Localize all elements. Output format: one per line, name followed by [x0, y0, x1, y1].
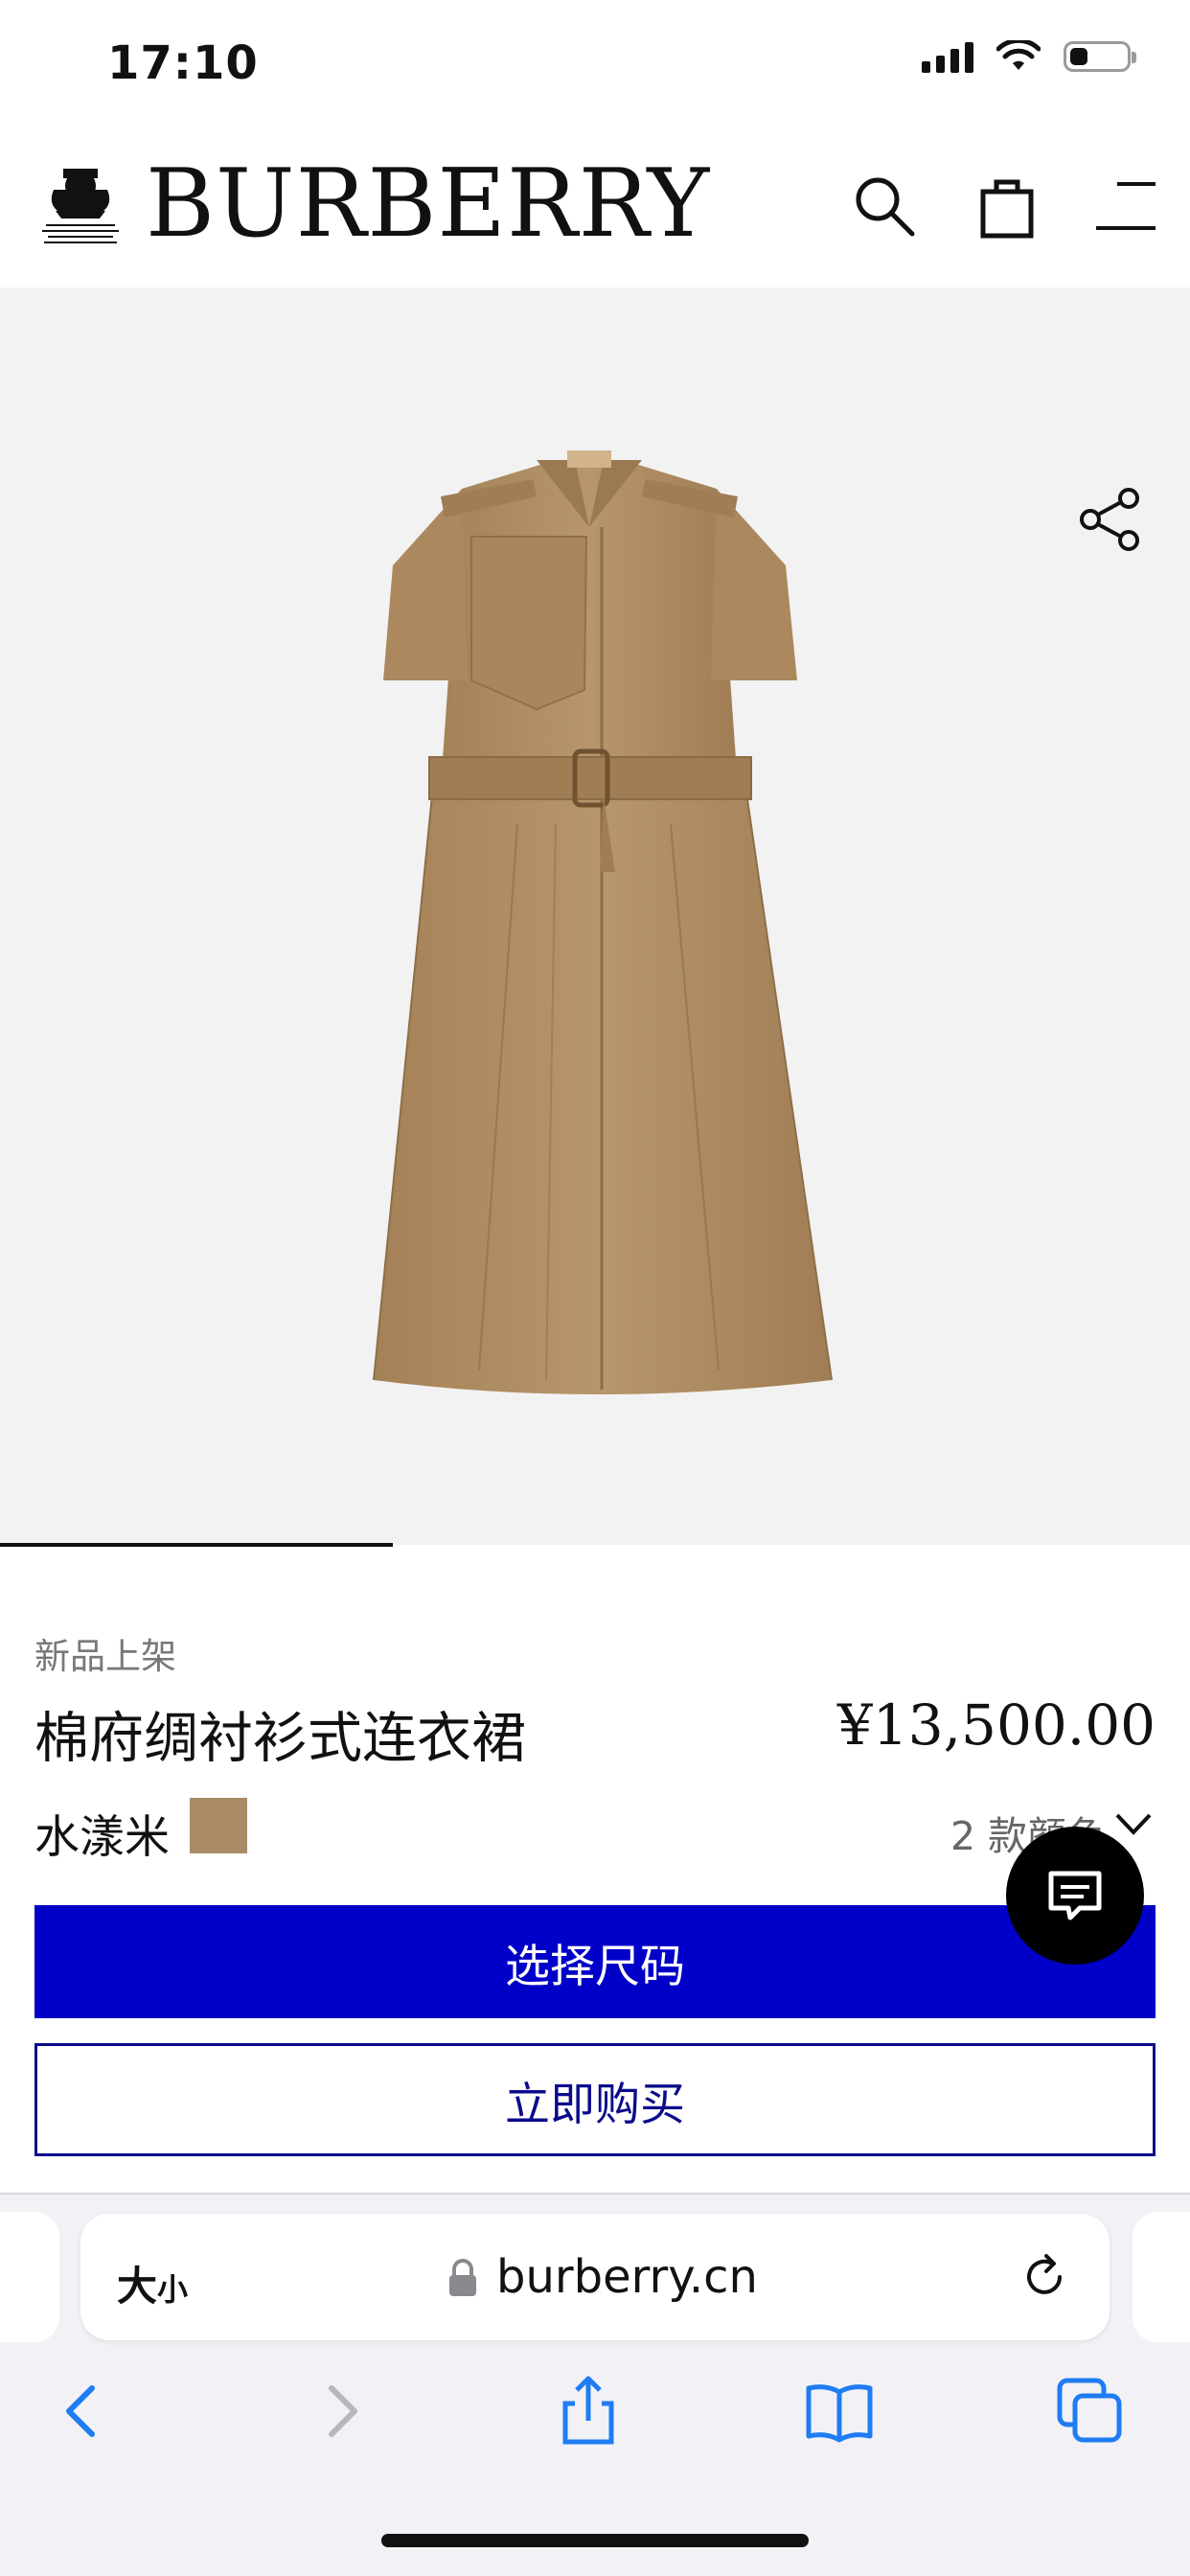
home-indicator: [381, 2534, 809, 2547]
cellular-signal-icon: [922, 40, 973, 73]
buy-now-button[interactable]: 立即购买: [34, 2043, 1156, 2156]
brand-wordmark[interactable]: BURBERRY: [146, 157, 710, 251]
tabs-icon[interactable]: [1052, 2373, 1129, 2450]
toolbar-divider: [0, 2193, 1190, 2195]
address-bar[interactable]: 大小 burberry.cn: [80, 2214, 1110, 2340]
browser-nav-row: [0, 2367, 1190, 2463]
new-arrival-badge: 新品上架: [34, 1636, 176, 1677]
next-tab-preview[interactable]: [1133, 2212, 1190, 2342]
share-sheet-icon[interactable]: [550, 2373, 627, 2450]
menu-icon[interactable]: [1092, 172, 1159, 240]
product-price: ¥13,500.00: [836, 1692, 1156, 1758]
select-size-button[interactable]: 选择尺码: [34, 1905, 1156, 2018]
back-icon[interactable]: [46, 2373, 123, 2450]
text-size-large-label: 大: [117, 2263, 158, 2310]
chat-icon: [1048, 1871, 1102, 1920]
reload-icon[interactable]: [1018, 2250, 1071, 2304]
color-swatch[interactable]: [190, 1798, 247, 1853]
chevron-down-icon[interactable]: [1113, 1809, 1154, 1840]
battery-icon: [1064, 41, 1136, 72]
product-image-dress: [373, 450, 833, 1394]
url-text[interactable]: burberry.cn: [496, 2250, 758, 2304]
image-carousel-progress: [0, 1543, 393, 1547]
site-header: BURBERRY: [0, 144, 1190, 288]
color-name: 水漾米: [34, 1811, 170, 1864]
product-image-gallery[interactable]: [0, 288, 1190, 1545]
search-icon[interactable]: [851, 172, 918, 240]
previous-tab-preview[interactable]: [0, 2212, 59, 2342]
shopping-bag-icon[interactable]: [973, 172, 1041, 240]
text-size-button[interactable]: 大小: [117, 2254, 188, 2312]
text-size-small-label: 小: [157, 2271, 189, 2308]
royal-warrant-crest-icon: [42, 169, 119, 243]
share-icon[interactable]: [1075, 485, 1144, 554]
status-icons: [922, 40, 1136, 73]
bookmarks-icon[interactable]: [801, 2373, 878, 2450]
product-title: 棉府绸衬衫式连衣裙: [34, 1707, 526, 1770]
lock-icon: [449, 2259, 476, 2296]
status-time: 17:10: [107, 36, 259, 90]
wifi-icon: [996, 40, 1041, 70]
chat-button[interactable]: [1006, 1827, 1144, 1965]
forward-icon[interactable]: [301, 2373, 378, 2450]
